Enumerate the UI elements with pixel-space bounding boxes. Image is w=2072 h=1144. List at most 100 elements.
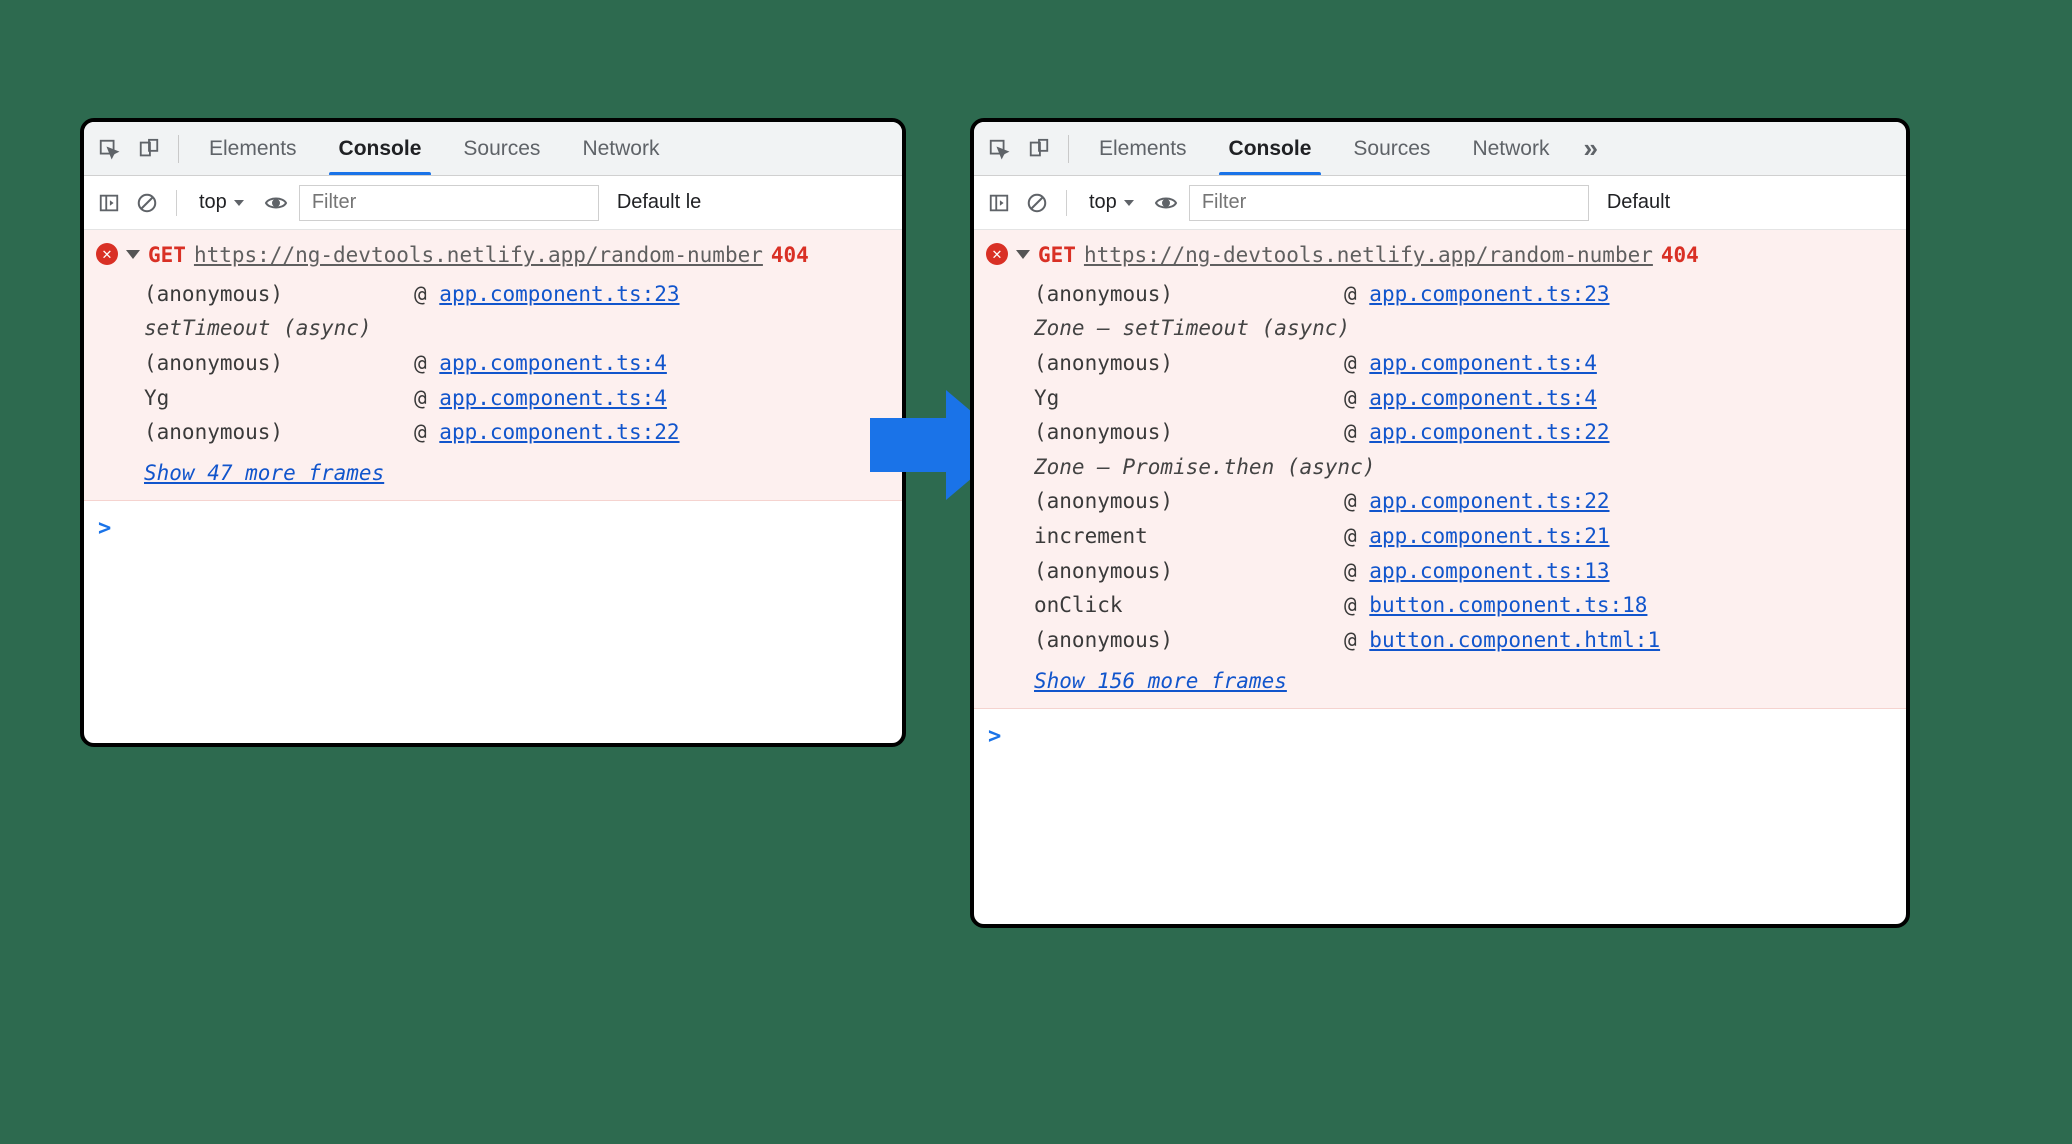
stack-frame: Yg@ app.component.ts:4 (1034, 381, 1894, 416)
stack-function: (anonymous) (1034, 623, 1334, 658)
async-boundary: setTimeout (async) (144, 311, 890, 346)
sidebar-toggle-icon[interactable] (984, 188, 1014, 218)
stack-at: @ app.component.ts:4 (414, 346, 667, 381)
device-icon[interactable] (132, 132, 166, 166)
stack-frame: (anonymous)@ app.component.ts:22 (1034, 484, 1894, 519)
tab-network[interactable]: Network (1454, 122, 1567, 175)
source-link[interactable]: app.component.ts:13 (1369, 559, 1609, 583)
stack-frame: (anonymous)@ app.component.ts:4 (144, 346, 890, 381)
console-prompt[interactable]: > (974, 709, 1906, 765)
tab-elements[interactable]: Elements (1081, 122, 1205, 175)
tab-elements[interactable]: Elements (191, 122, 315, 175)
stack-function: Yg (144, 381, 404, 416)
error-message: ✕ GET https://ng-devtools.netlify.app/ra… (974, 230, 1906, 709)
divider (176, 190, 177, 216)
stack-frame: onClick @ button.component.ts:18 (1034, 588, 1894, 623)
chevron-down-icon (233, 197, 245, 209)
more-tabs-button[interactable]: » (1573, 133, 1607, 164)
async-boundary: Zone — setTimeout (async) (1034, 311, 1894, 346)
expand-toggle-icon[interactable] (126, 250, 140, 259)
error-icon: ✕ (96, 243, 118, 265)
stack-function: (anonymous) (1034, 277, 1334, 312)
stack-at: @ button.component.html:1 (1344, 623, 1660, 658)
source-link[interactable]: app.component.ts:22 (1369, 489, 1609, 513)
expand-toggle-icon[interactable] (1016, 250, 1030, 259)
request-url[interactable]: https://ng-devtools.netlify.app/random-n… (1084, 238, 1653, 273)
stack-frame: (anonymous) @ app.component.ts:13 (1034, 554, 1894, 589)
source-link[interactable]: app.component.ts:4 (439, 351, 667, 375)
error-message: ✕ GET https://ng-devtools.netlify.app/ra… (84, 230, 902, 501)
context-label: top (1089, 191, 1117, 214)
divider (1066, 190, 1067, 216)
show-more-frames[interactable]: Show 156 more frames (1034, 669, 1287, 693)
stack-at: @ app.component.ts:22 (1344, 484, 1610, 519)
stack-frame: (anonymous) @ app.component.ts:23 (144, 277, 890, 312)
source-link[interactable]: app.component.ts:4 (1369, 351, 1597, 375)
stack-frame: increment@ app.component.ts:21 (1034, 519, 1894, 554)
stack-at: @ app.component.ts:4 (1344, 346, 1597, 381)
stack-function: onClick (1034, 588, 1334, 623)
context-selector[interactable]: top (1081, 187, 1143, 218)
stack-frame: (anonymous) @ app.component.ts:23 (1034, 277, 1894, 312)
eye-icon[interactable] (1151, 188, 1181, 218)
stack-function: (anonymous) (144, 415, 404, 450)
sidebar-toggle-icon[interactable] (94, 188, 124, 218)
log-levels[interactable]: Default (1607, 191, 1670, 214)
console-toolbar: top Default (974, 176, 1906, 230)
source-link[interactable]: button.component.ts:18 (1369, 593, 1647, 617)
tabbar: Elements Console Sources Network » (974, 122, 1906, 176)
source-link[interactable]: app.component.ts:23 (1369, 282, 1609, 306)
inspect-icon[interactable] (982, 132, 1016, 166)
tab-network[interactable]: Network (564, 122, 677, 175)
eye-icon[interactable] (261, 188, 291, 218)
show-more-frames[interactable]: Show 47 more frames (144, 461, 384, 485)
clear-console-icon[interactable] (132, 188, 162, 218)
async-boundary: Zone — Promise.then (async) (1034, 450, 1894, 485)
source-link[interactable]: app.component.ts:4 (439, 386, 667, 410)
context-selector[interactable]: top (191, 187, 253, 218)
source-link[interactable]: app.component.ts:22 (439, 420, 679, 444)
stack-at: @ app.component.ts:13 (1344, 554, 1610, 589)
http-method: GET (148, 238, 186, 273)
tab-console[interactable]: Console (1211, 122, 1330, 175)
filter-input[interactable] (1189, 185, 1589, 221)
console-body: ✕ GET https://ng-devtools.netlify.app/ra… (84, 230, 902, 743)
stack-function: (anonymous) (1034, 554, 1334, 589)
stack-trace: (anonymous) @ app.component.ts:23Zone — s… (1034, 277, 1894, 658)
clear-console-icon[interactable] (1022, 188, 1052, 218)
stack-at: @ app.component.ts:23 (1344, 277, 1610, 312)
stack-at: @ button.component.ts:18 (1344, 588, 1647, 623)
stack-at: @ app.component.ts:22 (1344, 415, 1610, 450)
stack-frame: (anonymous)@ app.component.ts:22 (144, 415, 890, 450)
stack-frame: (anonymous) @ app.component.ts:22 (1034, 415, 1894, 450)
tab-console[interactable]: Console (321, 122, 440, 175)
stack-function: (anonymous) (1034, 415, 1334, 450)
console-prompt[interactable]: > (84, 501, 902, 557)
divider (1068, 135, 1069, 163)
tabbar: Elements Console Sources Network (84, 122, 902, 176)
tab-sources[interactable]: Sources (445, 122, 558, 175)
stack-at: @ app.component.ts:23 (414, 277, 680, 312)
source-link[interactable]: app.component.ts:21 (1369, 524, 1609, 548)
source-link[interactable]: button.component.html:1 (1369, 628, 1660, 652)
error-icon: ✕ (986, 243, 1008, 265)
device-icon[interactable] (1022, 132, 1056, 166)
source-link[interactable]: app.component.ts:23 (439, 282, 679, 306)
stack-frame: Yg@ app.component.ts:4 (144, 381, 890, 416)
tab-sources[interactable]: Sources (1335, 122, 1448, 175)
console-body: ✕ GET https://ng-devtools.netlify.app/ra… (974, 230, 1906, 924)
log-levels[interactable]: Default le (617, 191, 702, 214)
stack-frame: (anonymous)@ app.component.ts:4 (1034, 346, 1894, 381)
filter-input[interactable] (299, 185, 599, 221)
stack-function: (anonymous) (144, 277, 404, 312)
source-link[interactable]: app.component.ts:22 (1369, 420, 1609, 444)
inspect-icon[interactable] (92, 132, 126, 166)
divider (178, 135, 179, 163)
stack-at: @ app.component.ts:21 (1344, 519, 1610, 554)
source-link[interactable]: app.component.ts:4 (1369, 386, 1597, 410)
chevron-down-icon (1123, 197, 1135, 209)
devtools-panel-before: Elements Console Sources Network top Def… (80, 118, 906, 747)
request-url[interactable]: https://ng-devtools.netlify.app/random-n… (194, 238, 763, 273)
stack-frame: (anonymous) @ button.component.html:1 (1034, 623, 1894, 658)
devtools-panel-after: Elements Console Sources Network » top D… (970, 118, 1910, 928)
